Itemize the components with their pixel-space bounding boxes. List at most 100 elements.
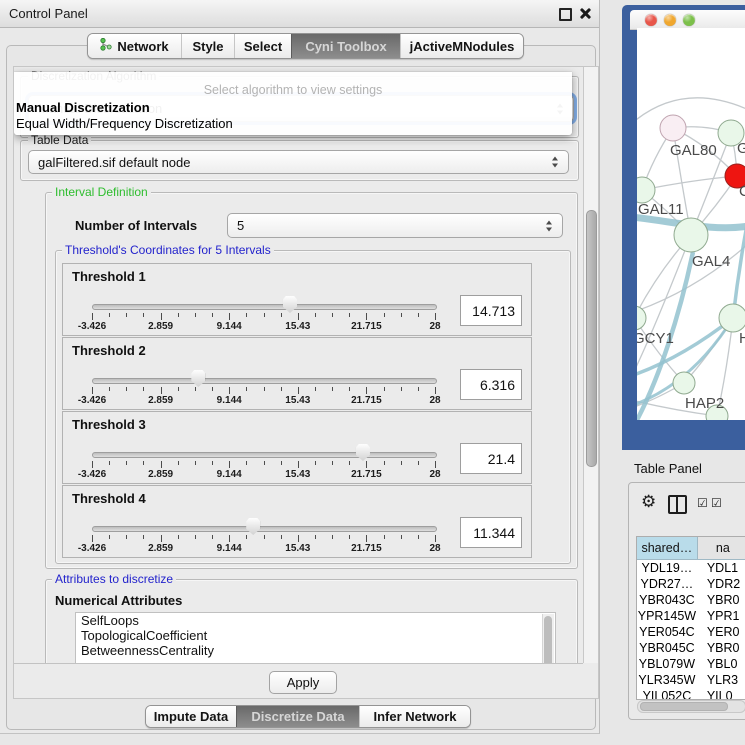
float-window-icon[interactable] (559, 8, 572, 21)
zoom-window-icon[interactable] (683, 14, 695, 26)
threshold-label: Threshold 2 (72, 343, 146, 358)
table-row[interactable]: YER054CYER0 (637, 624, 745, 640)
network-node-green[interactable] (674, 218, 708, 252)
table-horizontal-scrollbar[interactable] (637, 700, 745, 713)
tab-label: jActiveMNodules (410, 39, 515, 54)
table-cell: YER0 (697, 624, 745, 640)
table-row[interactable]: YLR345WYLR3 (637, 672, 745, 688)
tab-network[interactable]: Network (88, 34, 181, 58)
network-node-green[interactable] (637, 306, 646, 330)
tab-cyni-toolbox[interactable]: Cyni Toolbox (291, 34, 400, 58)
checkbox-icon[interactable]: ☑ (697, 496, 708, 510)
table-cell: YPR145W (637, 608, 697, 624)
tab-label: Network (117, 39, 168, 54)
table-row[interactable]: YBR045CYBR0 (637, 640, 745, 656)
table-row[interactable]: YBL079WYBL0 (637, 656, 745, 672)
scroll-viewport: Discretization Algorithm Manual Discreti… (14, 67, 583, 664)
tab-label: Discretize Data (251, 709, 344, 724)
threshold-value-input[interactable] (460, 443, 522, 474)
algorithm-dropdown-popup: Select algorithm to view settings Manual… (14, 72, 572, 135)
table-data-combobox[interactable]: galFiltered.sif default node (28, 150, 569, 174)
tab-label: Select (244, 39, 282, 54)
network-node-green[interactable] (673, 372, 695, 394)
slider-thumb[interactable] (246, 518, 260, 535)
table-cell: YBR043C (637, 592, 697, 608)
table-row[interactable]: YDL19…YDL1 (637, 560, 745, 576)
network-node-pink[interactable] (660, 115, 686, 141)
combo-stepper-icon (546, 220, 553, 231)
threshold-value-input[interactable] (460, 369, 522, 400)
slider-ticks (92, 535, 435, 543)
table-cell: YBR0 (697, 592, 745, 608)
panel-scrollbar-thumb[interactable] (586, 210, 597, 467)
interval-definition-group-title: Interval Definition (52, 186, 151, 199)
slider-thumb[interactable] (283, 296, 297, 313)
attribute-item-topologicalcoefficient[interactable]: TopologicalCoefficient (76, 628, 555, 643)
attributes-scrollbar-thumb[interactable] (544, 616, 552, 664)
threshold-value-input[interactable] (460, 295, 522, 326)
network-node-label: GAL4 (692, 253, 730, 270)
table-cell: YDR27… (637, 576, 697, 592)
column-selector-icon[interactable] (668, 495, 687, 514)
algorithm-dropdown-prompt: Select algorithm to view settings (14, 83, 572, 97)
slider-ticks (92, 461, 435, 469)
table-row[interactable]: YBR043CYBR0 (637, 592, 745, 608)
network-node-green[interactable] (719, 304, 745, 332)
number-of-intervals-combobox[interactable]: 5 (227, 213, 563, 238)
slider-track[interactable] (92, 304, 437, 310)
slider-thumb[interactable] (191, 370, 205, 387)
close-window-icon[interactable] (645, 14, 657, 26)
tab-infer-network[interactable]: Infer Network (359, 706, 470, 727)
panel-scrollbar[interactable] (583, 67, 598, 663)
table-row[interactable]: YIL052CYIL0 (637, 688, 745, 700)
tab-impute-data[interactable]: Impute Data (146, 706, 236, 727)
threshold-label: Threshold 1 (72, 269, 146, 284)
numerical-attributes-label: Numerical Attributes (55, 593, 182, 608)
algorithm-option-manual-discretization[interactable]: Manual Discretization (16, 100, 150, 115)
slider-thumb[interactable] (356, 444, 370, 461)
control-panel-title: Control Panel (9, 6, 88, 21)
close-panel-icon[interactable] (579, 7, 591, 19)
network-canvas[interactable]: GAL80GCGAL11GAL4GCY1HHAP2 (637, 28, 745, 420)
numerical-attributes-list[interactable]: SelfLoopsTopologicalCoefficientBetweenne… (75, 612, 556, 664)
slider-track[interactable] (92, 378, 437, 384)
table-row[interactable]: YPR145WYPR1 (637, 608, 745, 624)
network-node-label: H (739, 330, 745, 347)
tab-discretize-data[interactable]: Discretize Data (236, 706, 359, 727)
network-edge (642, 176, 737, 190)
tab-select[interactable]: Select (234, 34, 291, 58)
table-cell: YDL19… (637, 560, 697, 576)
table-column-header-1[interactable]: shared… (637, 537, 698, 560)
network-edge-thick (637, 318, 733, 376)
table-cell: YLR3 (697, 672, 745, 688)
attribute-item-betweennesscentrality[interactable]: BetweennessCentrality (76, 643, 555, 658)
tab-label: Infer Network (373, 709, 456, 724)
tab-label: Cyni Toolbox (305, 39, 386, 54)
table-scrollbar-thumb[interactable] (640, 702, 728, 711)
attribute-item-selfloops[interactable]: SelfLoops (76, 613, 555, 628)
threshold-panel-1: Threshold 1-3.4262.8599.14415.4321.71528 (62, 263, 532, 336)
checkbox-icon[interactable]: ☑ (711, 496, 722, 510)
control-panel-tabs: Network Style Select Cyni Toolbox jActiveMNo… (87, 33, 524, 59)
slider-tick-labels: -3.4262.8599.14415.4321.71528 (92, 395, 435, 406)
table-data-combobox-value: galFiltered.sif default node (38, 155, 190, 170)
number-of-intervals-label: Number of Intervals (75, 218, 197, 233)
settings-gear-icon[interactable]: ⚙ (641, 492, 656, 512)
control-panel-titlebar: Control Panel (0, 0, 599, 28)
threshold-value-input[interactable] (460, 517, 522, 548)
table-row[interactable]: YDR27…YDR2 (637, 576, 745, 592)
table-cell: YDL1 (697, 560, 745, 576)
tab-style[interactable]: Style (181, 34, 234, 58)
apply-button[interactable]: Apply (269, 671, 337, 694)
slider-track[interactable] (92, 526, 437, 532)
network-node-label: GCY1 (637, 330, 674, 347)
slider-tick-labels: -3.4262.8599.14415.4321.71528 (92, 469, 435, 480)
slider-track[interactable] (92, 452, 437, 458)
tab-jactivemnodules[interactable]: jActiveMNodules (400, 34, 523, 58)
network-graph: GAL80GCGAL11GAL4GCY1HHAP2 (637, 28, 745, 420)
attributes-list-scrollbar[interactable] (542, 614, 554, 664)
algorithm-option-equal-width-frequency-discretization[interactable]: Equal Width/Frequency Discretization (16, 116, 233, 131)
table-column-header-2[interactable]: na (698, 537, 745, 560)
threshold-panel-4: Threshold 4-3.4262.8599.14415.4321.71528 (62, 485, 532, 558)
minimize-window-icon[interactable] (664, 14, 676, 26)
